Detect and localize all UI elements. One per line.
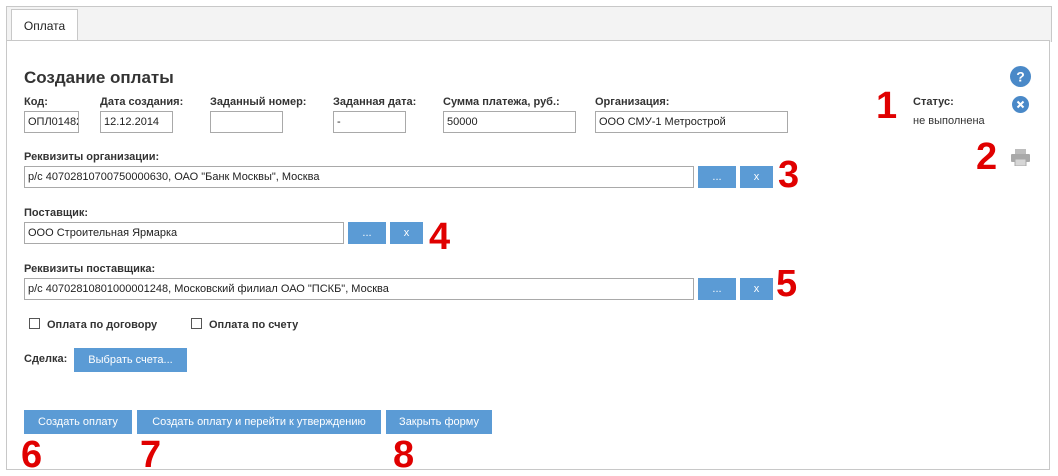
svg-text:?: ?	[1016, 69, 1025, 85]
close-form-button[interactable]: Закрыть форму	[386, 410, 492, 434]
annotation-4: 4	[429, 216, 451, 258]
org-requisites-browse-button[interactable]: ...	[698, 166, 736, 188]
amount-label: Сумма платежа, руб.:	[443, 96, 560, 108]
created-date-label: Дата создания:	[100, 96, 184, 108]
by-contract-checkbox[interactable]	[29, 318, 40, 329]
select-invoices-button[interactable]: Выбрать счета...	[74, 348, 187, 372]
annotation-6: 6	[21, 434, 43, 476]
supplier-requisites-clear-button[interactable]: x	[740, 278, 773, 300]
close-circle-icon[interactable]	[1012, 96, 1029, 113]
supplier-requisites-field[interactable]: р/с 40702810801000001248, Московский фил…	[24, 278, 694, 300]
set-date-label: Заданная дата:	[333, 96, 417, 108]
set-date-field[interactable]: -	[333, 111, 406, 133]
org-requisites-field[interactable]: р/с 40702810700750000630, ОАО "Банк Моск…	[24, 166, 694, 188]
annotation-2: 2	[976, 136, 998, 178]
status-label: Статус:	[913, 96, 954, 108]
annotation-3: 3	[778, 154, 800, 196]
tab-bar	[6, 6, 1052, 42]
amount-field[interactable]: 50000	[443, 111, 576, 133]
printer-icon[interactable]	[1011, 149, 1030, 167]
status-value: не выполнена	[913, 115, 985, 127]
by-invoice-label[interactable]: Оплата по счету	[209, 319, 298, 331]
annotation-8: 8	[393, 434, 415, 476]
create-payment-button[interactable]: Создать оплату	[24, 410, 132, 434]
organization-field[interactable]: ООО СМУ-1 Метрострой	[595, 111, 788, 133]
by-contract-label[interactable]: Оплата по договору	[47, 319, 157, 331]
supplier-browse-button[interactable]: ...	[348, 222, 386, 244]
supplier-label: Поставщик:	[24, 207, 89, 219]
create-and-approve-button[interactable]: Создать оплату и перейти к утверждению	[137, 410, 381, 434]
code-field[interactable]: ОПЛ01482	[24, 111, 79, 133]
set-number-label: Заданный номер:	[210, 96, 307, 108]
code-label: Код:	[24, 96, 48, 108]
supplier-clear-button[interactable]: x	[390, 222, 423, 244]
annotation-1: 1	[876, 85, 898, 127]
by-invoice-checkbox[interactable]	[191, 318, 202, 329]
deal-label: Сделка:	[24, 353, 68, 365]
organization-label: Организация:	[595, 96, 670, 108]
tab-payment[interactable]: Оплата	[11, 9, 78, 41]
help-icon[interactable]: ?	[1010, 66, 1031, 87]
supplier-requisites-browse-button[interactable]: ...	[698, 278, 736, 300]
annotation-5: 5	[776, 263, 798, 305]
supplier-requisites-label: Реквизиты поставщика:	[24, 263, 156, 275]
org-requisites-label: Реквизиты организации:	[24, 151, 160, 163]
created-date-field[interactable]: 12.12.2014	[100, 111, 173, 133]
set-number-field[interactable]	[210, 111, 283, 133]
org-requisites-clear-button[interactable]: x	[740, 166, 773, 188]
supplier-field[interactable]: ООО Строительная Ярмарка	[24, 222, 344, 244]
annotation-7: 7	[140, 434, 162, 476]
page-title: Создание оплаты	[24, 68, 174, 87]
